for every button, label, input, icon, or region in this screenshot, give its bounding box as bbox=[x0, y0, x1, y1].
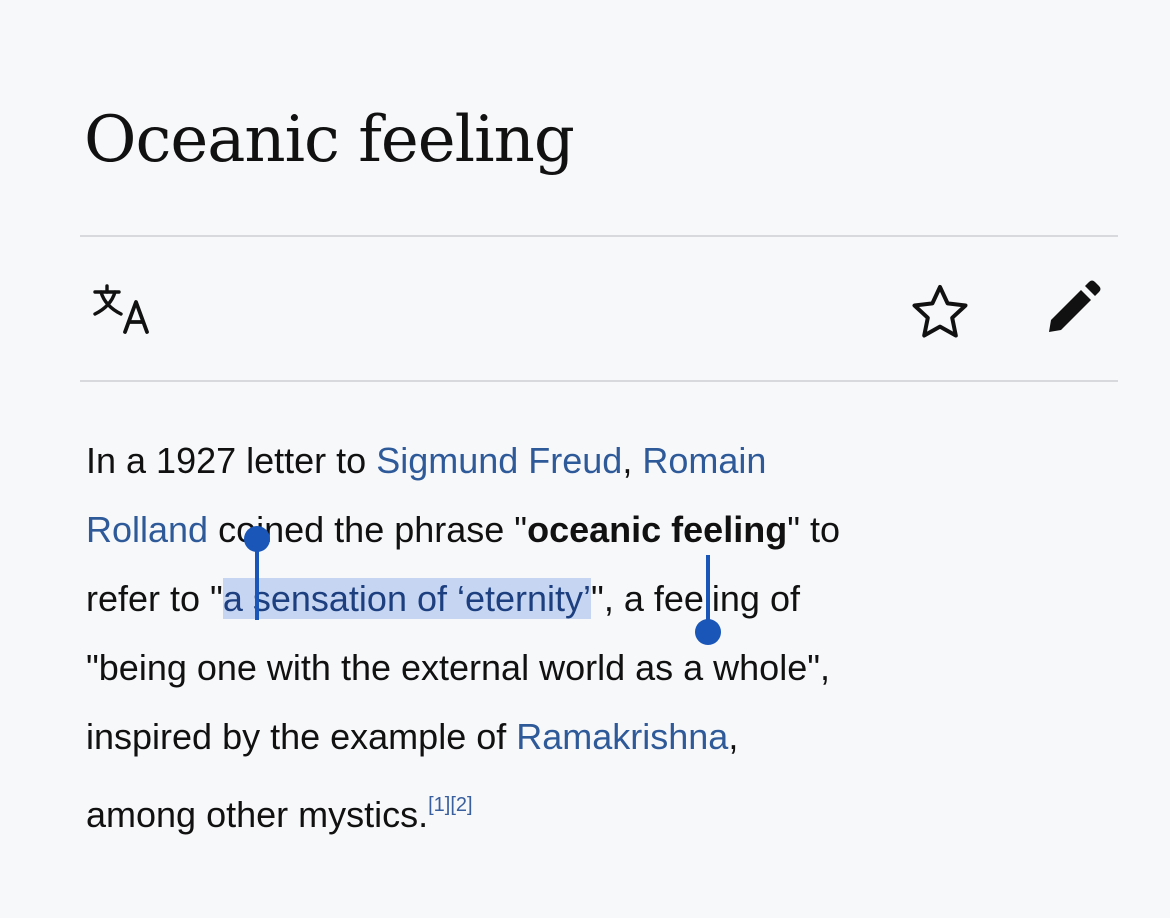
reference-link[interactable]: [1][2] bbox=[428, 794, 472, 816]
text-fragment: among other mystics. bbox=[86, 794, 429, 835]
link-ramakrishna[interactable]: Ramakrishna bbox=[516, 716, 728, 757]
selection-start-knob[interactable] bbox=[244, 526, 270, 552]
article-paragraph: In a 1927 letter to Sigmund Freud, Romai… bbox=[86, 426, 1066, 840]
divider-top bbox=[80, 235, 1118, 237]
paragraph-line: In a 1927 letter to Sigmund Freud, Romai… bbox=[86, 426, 1066, 495]
text-fragment: refer to " bbox=[86, 578, 223, 619]
pencil-icon bbox=[1049, 280, 1101, 332]
paragraph-line: "being one with the external world as a … bbox=[86, 633, 1066, 702]
divider-bottom bbox=[80, 380, 1118, 382]
paragraph-line: among other mystics.[1][2] bbox=[86, 771, 1066, 840]
text-fragment: , bbox=[622, 440, 643, 481]
paragraph-line: Rolland coined the phrase "oceanic feeli… bbox=[86, 495, 1066, 564]
selection-start-handle[interactable] bbox=[255, 540, 259, 620]
link-romain-rolland[interactable]: Romain bbox=[642, 440, 766, 481]
language-button[interactable] bbox=[84, 280, 160, 340]
link-sigmund-freud[interactable]: Sigmund Freud bbox=[376, 440, 622, 481]
text-fragment: , bbox=[728, 716, 739, 757]
paragraph-line: inspired by the example of Ramakrishna, bbox=[86, 702, 1066, 771]
paragraph-line: refer to "a sensation of ‘eternity’", a … bbox=[86, 564, 1066, 633]
text-fragment: "being one with the external world as a … bbox=[86, 647, 830, 688]
edit-button[interactable] bbox=[1036, 276, 1108, 342]
selected-text[interactable]: a sensation of ‘eternity’ bbox=[222, 578, 592, 619]
translate-icon bbox=[93, 284, 149, 334]
star-outline-icon bbox=[912, 285, 968, 338]
text-fragment: inspired by the example of bbox=[86, 716, 517, 757]
page-title: Oceanic feeling bbox=[84, 103, 575, 177]
text-fragment: In a 1927 letter to bbox=[86, 440, 377, 481]
link-romain-rolland-cont[interactable]: Rolland bbox=[86, 509, 208, 550]
watch-star-button[interactable] bbox=[904, 282, 976, 342]
bold-term: oceanic feeling bbox=[527, 509, 788, 550]
text-fragment: " to bbox=[787, 509, 840, 550]
selection-end-knob[interactable] bbox=[695, 619, 721, 645]
text-fragment: ", a feeling of bbox=[591, 578, 800, 619]
